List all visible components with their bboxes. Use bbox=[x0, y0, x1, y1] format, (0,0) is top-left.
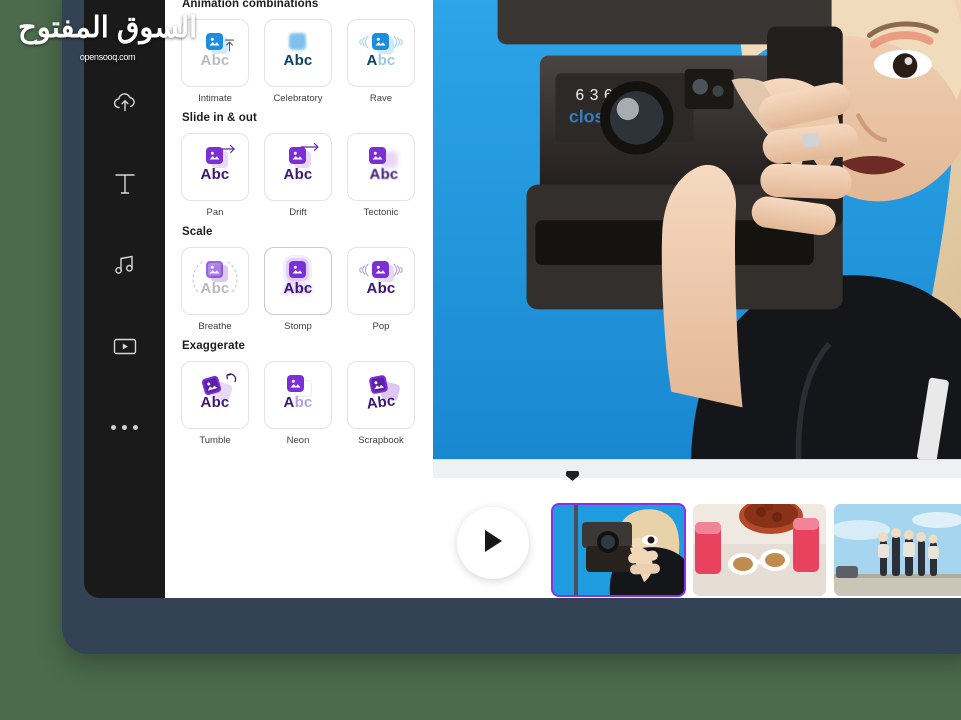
sidebar-item-more[interactable] bbox=[103, 405, 147, 449]
play-icon bbox=[481, 528, 505, 559]
tablet-screen: Animation combinations Abc bbox=[84, 0, 961, 598]
animation-option-pan[interactable]: Abc Pan bbox=[181, 133, 249, 218]
panel-section: Scale Abc bbox=[181, 226, 417, 332]
animation-card[interactable]: Abc bbox=[264, 133, 332, 201]
clip-thumbnail bbox=[834, 504, 961, 596]
stomp-glyph-icon: Abc bbox=[274, 259, 322, 303]
sidebar-item-text[interactable] bbox=[103, 162, 147, 206]
tablet-device: Animation combinations Abc bbox=[62, 0, 961, 654]
animation-card[interactable]: Abc bbox=[347, 247, 415, 315]
animation-option-pop[interactable]: Abc Pop bbox=[347, 247, 415, 332]
panel-section: Exaggerate Abc bbox=[181, 340, 417, 446]
sidebar-item-audio[interactable] bbox=[103, 243, 147, 287]
animation-card[interactable]: Abc bbox=[181, 247, 249, 315]
rave-glyph-icon: Abc bbox=[357, 31, 405, 75]
play-button[interactable] bbox=[457, 507, 529, 579]
animation-label: Scrapbook bbox=[347, 435, 415, 446]
animation-label: Intimate bbox=[181, 93, 249, 104]
animation-label: Celebratory bbox=[264, 93, 332, 104]
animation-card[interactable]: Abc bbox=[347, 133, 415, 201]
neon-glyph-icon: Abc bbox=[274, 373, 322, 417]
animation-label: Neon bbox=[264, 435, 332, 446]
preview-timeline-divider[interactable] bbox=[433, 459, 961, 478]
animation-option-rave[interactable]: Abc Rave bbox=[347, 19, 415, 104]
section-title: Animation combinations bbox=[182, 0, 417, 10]
tumble-glyph-icon: Abc bbox=[191, 373, 239, 417]
timeline-clip-polaroid-portrait[interactable] bbox=[552, 504, 685, 596]
animation-label: Drift bbox=[264, 207, 332, 218]
more-icon bbox=[111, 425, 138, 430]
animation-label: Tectonic bbox=[347, 207, 415, 218]
playhead-marker[interactable] bbox=[566, 471, 579, 481]
animation-option-neon[interactable]: Abc Neon bbox=[264, 361, 332, 446]
celebratory-glyph-icon: Abc bbox=[274, 31, 322, 75]
animation-label: Stomp bbox=[264, 321, 332, 332]
pan-glyph-icon: Abc bbox=[191, 145, 239, 189]
breathe-glyph-icon: Abc bbox=[191, 259, 239, 303]
drift-glyph-icon: Abc bbox=[274, 145, 322, 189]
animation-label: Pop bbox=[347, 321, 415, 332]
animation-option-scrapbook[interactable]: Abc Scrapbook bbox=[347, 361, 415, 446]
animation-card[interactable]: Abc bbox=[181, 361, 249, 429]
animation-card[interactable]: Abc bbox=[264, 361, 332, 429]
video-icon bbox=[111, 335, 139, 357]
animation-option-tumble[interactable]: Abc Tumble bbox=[181, 361, 249, 446]
timeline-clip-group-on-pier[interactable] bbox=[834, 504, 961, 596]
animation-option-intimate[interactable]: Abc Intimate bbox=[181, 19, 249, 104]
panel-section: Slide in & out Abc bbox=[181, 112, 417, 218]
sidebar-icon-rail bbox=[84, 0, 165, 598]
animation-option-stomp[interactable]: Abc Stomp bbox=[264, 247, 332, 332]
animation-label: Tumble bbox=[181, 435, 249, 446]
animation-option-drift[interactable]: Abc Drift bbox=[264, 133, 332, 218]
text-icon bbox=[113, 171, 137, 197]
clip-thumbnail bbox=[552, 504, 685, 596]
animation-card[interactable]: Abc bbox=[264, 247, 332, 315]
animation-panel[interactable]: Animation combinations Abc bbox=[165, 0, 433, 598]
card-row: Abc Intimate Abc bbox=[181, 19, 417, 104]
scrapbook-glyph-icon: Abc bbox=[357, 373, 405, 417]
animation-option-tectonic[interactable]: Abc Tectonic bbox=[347, 133, 415, 218]
card-row: Abc Breathe Abc bbox=[181, 247, 417, 332]
video-preview[interactable]: Polaroid 636 closeup bbox=[433, 0, 961, 459]
cloud-upload-icon bbox=[112, 91, 138, 115]
timeline-clip-sunglasses-drinks[interactable] bbox=[693, 504, 826, 596]
card-row: Abc Pan bbox=[181, 133, 417, 218]
section-title: Slide in & out bbox=[182, 112, 417, 124]
animation-option-breathe[interactable]: Abc Breathe bbox=[181, 247, 249, 332]
animation-label: Rave bbox=[347, 93, 415, 104]
animation-card[interactable]: Abc bbox=[264, 19, 332, 87]
editor-stage: Polaroid 636 closeup bbox=[433, 0, 961, 598]
preview-image: Polaroid 636 closeup bbox=[433, 0, 961, 459]
section-title: Exaggerate bbox=[182, 340, 417, 352]
section-title: Scale bbox=[182, 226, 417, 238]
card-row: Abc Tumble Abc bbox=[181, 361, 417, 446]
clip-strip bbox=[552, 504, 961, 596]
clip-thumbnail bbox=[693, 504, 826, 596]
animation-card[interactable]: Abc bbox=[181, 19, 249, 87]
sidebar-item-upload[interactable] bbox=[103, 81, 147, 125]
animation-label: Breathe bbox=[181, 321, 249, 332]
panel-section: Animation combinations Abc bbox=[181, 0, 417, 104]
animation-label: Pan bbox=[181, 207, 249, 218]
animation-card[interactable]: Abc bbox=[347, 361, 415, 429]
sidebar-item-video[interactable] bbox=[103, 324, 147, 368]
timeline bbox=[433, 478, 961, 598]
intimate-glyph-icon: Abc bbox=[191, 31, 239, 75]
animation-card[interactable]: Abc bbox=[347, 19, 415, 87]
music-icon bbox=[112, 253, 138, 277]
animation-card[interactable]: Abc bbox=[181, 133, 249, 201]
pop-glyph-icon: Abc bbox=[357, 259, 405, 303]
tectonic-glyph-icon: Abc bbox=[357, 145, 405, 189]
animation-option-celebratory[interactable]: Abc Celebratory bbox=[264, 19, 332, 104]
